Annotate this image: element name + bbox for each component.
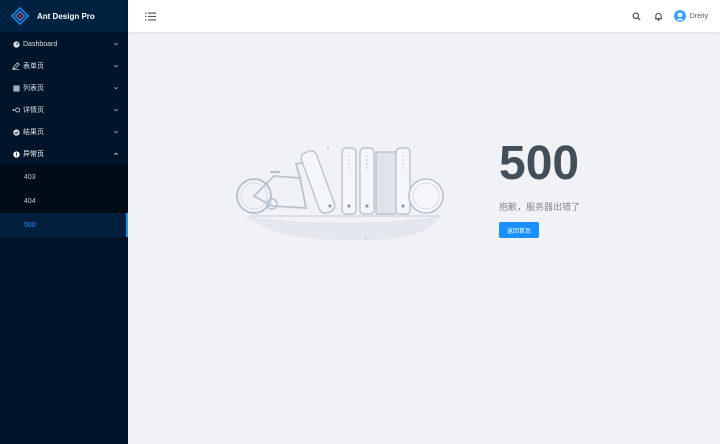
menu-exception[interactable]: 异常页	[0, 143, 128, 165]
menu-exception-500[interactable]: 500	[0, 213, 128, 237]
chevron-down-icon	[113, 108, 119, 112]
check-circle-icon	[12, 128, 20, 136]
ant-design-logo-icon	[11, 7, 29, 25]
menu-dashboard[interactable]: Dashboard	[0, 33, 128, 55]
back-home-button[interactable]: 返回首页	[499, 222, 540, 238]
warning-icon	[12, 150, 20, 158]
menu-403-label: 403	[24, 173, 36, 181]
app-title: Ant Design Pro	[37, 11, 95, 21]
menu-exception-label: 异常页	[23, 151, 44, 158]
menu-list[interactable]: 列表页	[0, 77, 128, 99]
menu-404-label: 404	[24, 197, 36, 205]
menu-500-label: 500	[24, 221, 36, 229]
server-error-illustration	[236, 146, 444, 241]
bell-icon[interactable]	[648, 0, 670, 32]
form-icon	[12, 62, 20, 70]
side-menu: Dashboard 表单页 列表页 详情页 结果页 异常页 403 404 50…	[0, 32, 128, 237]
profile-icon	[12, 106, 20, 114]
menu-list-label: 列表页	[23, 85, 44, 92]
chevron-up-icon	[113, 152, 119, 156]
sidebar: Ant Design Pro Dashboard 表单页 列表页 详情页 结果页…	[0, 0, 128, 444]
chevron-down-icon	[113, 42, 119, 46]
menu-profile-label: 详情页	[23, 107, 44, 114]
menu-exception-404[interactable]: 404	[0, 189, 128, 213]
menu-result-label: 结果页	[23, 129, 44, 136]
chevron-down-icon	[113, 64, 119, 68]
user-name: Dreity	[689, 12, 708, 20]
menu-fold-icon[interactable]	[144, 10, 156, 22]
table-icon	[12, 84, 20, 92]
chevron-down-icon	[113, 86, 119, 90]
dashboard-icon	[12, 40, 20, 48]
menu-dashboard-label: Dashboard	[23, 40, 58, 48]
menu-form-label: 表单页	[23, 63, 44, 70]
exception-page: 500 抱歉，服务器出错了 返回首页	[128, 32, 720, 444]
menu-profile[interactable]: 详情页	[0, 99, 128, 121]
menu-result[interactable]: 结果页	[0, 121, 128, 143]
error-code: 500	[499, 137, 580, 190]
menu-exception-403[interactable]: 403	[0, 165, 128, 189]
header-right: Dreity	[626, 0, 720, 32]
chevron-down-icon	[113, 130, 119, 134]
user-dropdown[interactable]: Dreity	[673, 10, 708, 22]
search-icon[interactable]	[626, 0, 648, 32]
avatar	[673, 10, 686, 22]
exception-submenu: 403 404 500	[0, 165, 128, 237]
logo[interactable]: Ant Design Pro	[0, 0, 128, 32]
global-header: Dreity	[128, 0, 720, 32]
menu-form[interactable]: 表单页	[0, 55, 128, 77]
error-description: 抱歉，服务器出错了	[499, 202, 581, 212]
